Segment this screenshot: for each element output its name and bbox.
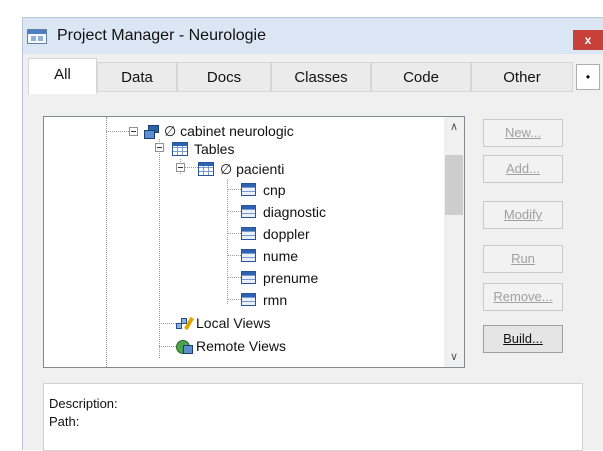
field-icon bbox=[241, 271, 256, 284]
tab-other[interactable]: Other bbox=[471, 62, 573, 92]
table-grid-icon bbox=[172, 142, 188, 156]
tree-field-doppler[interactable]: doppler bbox=[263, 226, 310, 242]
modify-button[interactable]: Modify bbox=[483, 201, 563, 229]
tree-scrollbar[interactable]: ∧ ∨ bbox=[444, 117, 464, 367]
tab-data[interactable]: Data bbox=[97, 62, 177, 92]
tree-guide-line bbox=[106, 117, 107, 367]
remote-views-icon bbox=[176, 340, 193, 354]
scroll-thumb[interactable] bbox=[445, 155, 463, 215]
field-icon bbox=[241, 183, 256, 196]
tree-item-remote-views[interactable]: Remote Views bbox=[196, 338, 286, 354]
description-label: Description: bbox=[49, 396, 118, 411]
path-label: Path: bbox=[49, 414, 80, 429]
tree-field-cnp[interactable]: cnp bbox=[263, 182, 286, 198]
collapse-database-toggle[interactable] bbox=[129, 127, 138, 136]
scroll-up-arrow[interactable]: ∧ bbox=[444, 117, 464, 137]
window-title: Project Manager - Neurologie bbox=[57, 27, 266, 44]
database-icon bbox=[144, 125, 160, 139]
add-button[interactable]: Add... bbox=[483, 155, 563, 183]
title-bar[interactable]: Project Manager - Neurologie x bbox=[23, 18, 603, 54]
tree-field-nume[interactable]: nume bbox=[263, 248, 298, 264]
new-button[interactable]: New... bbox=[483, 119, 563, 147]
description-panel: Description: Path: bbox=[43, 383, 583, 451]
collapse-tables-toggle[interactable] bbox=[155, 143, 164, 152]
tree-item-tables[interactable]: Tables bbox=[194, 141, 234, 157]
tab-all[interactable]: All bbox=[28, 58, 97, 94]
scroll-down-arrow[interactable]: ∨ bbox=[444, 347, 464, 367]
tab-scroll-button[interactable]: • bbox=[576, 64, 600, 90]
collapse-pacienti-toggle[interactable] bbox=[176, 163, 185, 172]
run-button[interactable]: Run bbox=[483, 245, 563, 273]
project-manager-window: Project Manager - Neurologie x All Data … bbox=[22, 17, 603, 451]
remove-button[interactable]: Remove... bbox=[483, 283, 563, 311]
project-tree[interactable]: ∅ cabinet neurologic Tables ∅ pacienti c… bbox=[43, 116, 465, 368]
tree-item-pacienti[interactable]: ∅ pacienti bbox=[220, 161, 284, 177]
tree-item-local-views[interactable]: Local Views bbox=[196, 315, 270, 331]
build-button[interactable]: Build... bbox=[483, 325, 563, 353]
field-icon bbox=[241, 227, 256, 240]
local-views-icon bbox=[176, 316, 194, 331]
tree-field-diagnostic[interactable]: diagnostic bbox=[263, 204, 326, 220]
tab-code[interactable]: Code bbox=[371, 62, 471, 92]
field-icon bbox=[241, 293, 256, 306]
close-button[interactable]: x bbox=[573, 30, 603, 50]
table-grid-icon bbox=[198, 162, 214, 176]
tree-field-prenume[interactable]: prenume bbox=[263, 270, 318, 286]
field-icon bbox=[241, 249, 256, 262]
tree-item-database[interactable]: ∅ cabinet neurologic bbox=[164, 123, 294, 139]
tab-classes[interactable]: Classes bbox=[271, 62, 371, 92]
project-manager-icon bbox=[27, 29, 47, 44]
field-icon bbox=[241, 205, 256, 218]
tab-docs[interactable]: Docs bbox=[177, 62, 271, 92]
tree-field-rmn[interactable]: rmn bbox=[263, 292, 287, 308]
